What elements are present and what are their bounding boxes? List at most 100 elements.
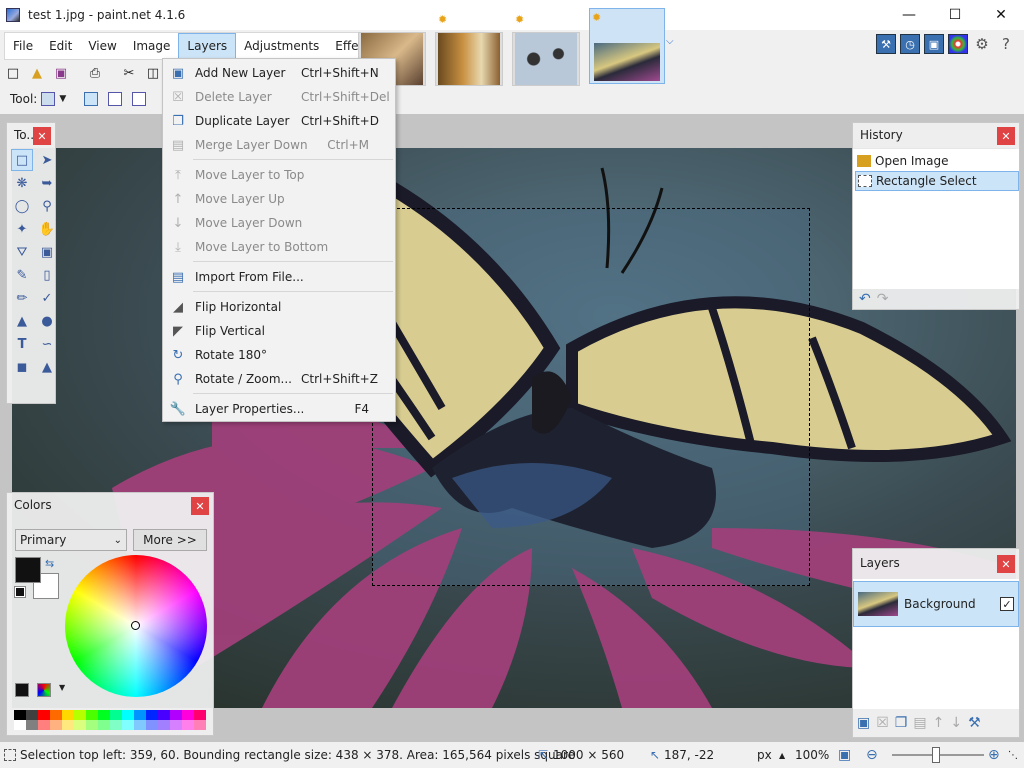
- shape-variant-icon[interactable]: ▲: [36, 356, 58, 378]
- maximize-button[interactable]: ☐: [932, 0, 978, 30]
- units-select[interactable]: px: [757, 748, 772, 762]
- menu-item-layer-properties[interactable]: 🔧 Layer Properties... F4: [163, 397, 395, 421]
- palette-menu-icon[interactable]: [37, 683, 51, 697]
- menu-item-duplicate-layer[interactable]: ❐ Duplicate Layer Ctrl+Shift+D: [163, 109, 395, 133]
- text-tool-icon[interactable]: T: [11, 333, 33, 355]
- shapes-tool-icon[interactable]: ◼: [11, 356, 33, 378]
- menu-item-flip-horizontal[interactable]: ◢ Flip Horizontal: [163, 295, 395, 319]
- ellipse-select-tool-icon[interactable]: ◯: [11, 195, 33, 217]
- color-picker-tool-icon[interactable]: ✓: [36, 287, 58, 309]
- menu-item-delete-layer[interactable]: ☒ Delete Layer Ctrl+Shift+Del: [163, 85, 395, 109]
- move-selected-tool-icon[interactable]: ➤: [36, 149, 58, 171]
- close-icon[interactable]: ✕: [997, 127, 1015, 145]
- selection-mode-union-icon[interactable]: [108, 92, 123, 106]
- color-mode-select[interactable]: Primary ⌄: [15, 529, 127, 551]
- open-folder-icon[interactable]: ▲: [28, 64, 46, 82]
- image-tab-3[interactable]: ✹: [512, 13, 580, 86]
- more-colors-button[interactable]: More >>: [133, 529, 207, 551]
- menu-layers[interactable]: Layers: [178, 33, 237, 59]
- move-selection-tool-icon[interactable]: ➥: [36, 172, 58, 194]
- rectangle-select-icon[interactable]: [41, 92, 56, 106]
- undo-icon[interactable]: ↶: [859, 291, 871, 307]
- menu-item-rotate-180[interactable]: ↻ Rotate 180°: [163, 343, 395, 367]
- zoom-in-icon[interactable]: ⊕: [988, 747, 1000, 763]
- duplicate-layer-icon[interactable]: ❐: [895, 715, 908, 731]
- menu-view[interactable]: View: [80, 33, 124, 59]
- pencil-tool-icon[interactable]: ✏: [11, 287, 33, 309]
- wrench-icon[interactable]: ⚒: [968, 715, 981, 731]
- add-layer-icon[interactable]: ▣: [857, 715, 870, 731]
- history-item-rectangle-select[interactable]: Rectangle Select: [855, 171, 1019, 191]
- color-wheel[interactable]: [65, 555, 207, 697]
- move-up-icon[interactable]: ↑: [933, 715, 945, 731]
- line-curve-tool-icon[interactable]: ∽: [36, 333, 58, 355]
- rectangle-select-tool-icon[interactable]: □: [11, 149, 33, 171]
- color-palette-row-2[interactable]: [14, 720, 206, 730]
- close-window-button[interactable]: ✕: [978, 0, 1024, 30]
- magic-wand-tool-icon[interactable]: ✦: [11, 218, 33, 240]
- zoom-level[interactable]: 100%: [795, 748, 829, 762]
- selection-mode-exclude-icon[interactable]: [132, 92, 147, 106]
- menu-item-move-layer-to-bottom[interactable]: ⤓ Move Layer to Bottom: [163, 235, 395, 259]
- gear-icon[interactable]: ⚙: [972, 34, 992, 54]
- menu-adjustments[interactable]: Adjustments: [236, 33, 327, 59]
- layer-visibility-checkbox[interactable]: ✓: [1000, 597, 1014, 611]
- eraser-tool-icon[interactable]: ▯: [36, 264, 58, 286]
- menu-item-move-layer-down[interactable]: ↓ Move Layer Down: [163, 211, 395, 235]
- primary-color-swatch[interactable]: [15, 557, 41, 583]
- chevron-down-icon[interactable]: ⌵: [666, 36, 674, 47]
- layer-row[interactable]: Background ✓: [853, 581, 1019, 627]
- zoom-slider[interactable]: [892, 747, 984, 763]
- chevron-down-icon[interactable]: ▼: [59, 683, 65, 692]
- tools-toggle-icon[interactable]: ⚒: [876, 34, 896, 54]
- menu-item-rotate-zoom[interactable]: ⚲ Rotate / Zoom... Ctrl+Shift+Z: [163, 367, 395, 391]
- colors-toggle-icon[interactable]: [948, 34, 968, 54]
- swap-colors-icon[interactable]: ⇆: [45, 557, 54, 570]
- menu-item-add-new-layer[interactable]: ▣ Add New Layer Ctrl+Shift+N: [163, 61, 395, 85]
- add-to-palette-icon[interactable]: [15, 683, 29, 697]
- chevron-up-icon[interactable]: ▲: [779, 751, 785, 760]
- close-icon[interactable]: ✕: [997, 555, 1015, 573]
- help-icon[interactable]: ?: [996, 34, 1016, 54]
- zoom-tool-icon[interactable]: ⚲: [36, 195, 58, 217]
- delete-layer-icon[interactable]: ☒: [876, 715, 889, 731]
- paint-bucket-tool-icon[interactable]: ⛛: [11, 241, 33, 263]
- selection-mode-replace-icon[interactable]: [84, 92, 99, 106]
- reset-colors-icon[interactable]: [14, 586, 26, 598]
- selection-rectangle[interactable]: [372, 208, 810, 586]
- close-icon[interactable]: ✕: [191, 497, 209, 515]
- history-toggle-icon[interactable]: ◷: [900, 34, 920, 54]
- menu-file[interactable]: File: [5, 33, 41, 59]
- minimize-button[interactable]: —: [886, 0, 932, 30]
- paintbrush-tool-icon[interactable]: ✎: [11, 264, 33, 286]
- recolor-tool-icon[interactable]: ●: [36, 310, 58, 332]
- menu-item-merge-layer-down[interactable]: ▤ Merge Layer Down Ctrl+M: [163, 133, 395, 157]
- redo-icon[interactable]: ↷: [877, 291, 889, 307]
- cut-icon[interactable]: ✂: [120, 64, 138, 82]
- menu-item-move-layer-up[interactable]: ↑ Move Layer Up: [163, 187, 395, 211]
- color-palette-row-1[interactable]: [14, 710, 206, 720]
- move-down-icon[interactable]: ↓: [950, 715, 962, 731]
- copy-icon[interactable]: ◫: [144, 64, 162, 82]
- menu-edit[interactable]: Edit: [41, 33, 80, 59]
- save-icon[interactable]: ▣: [52, 64, 70, 82]
- lasso-select-tool-icon[interactable]: ❋: [11, 172, 33, 194]
- image-tab-active[interactable]: ✹: [589, 8, 665, 84]
- menu-item-flip-vertical[interactable]: ◤ Flip Vertical: [163, 319, 395, 343]
- menu-item-move-layer-to-top[interactable]: ⤒ Move Layer to Top: [163, 163, 395, 187]
- gradient-tool-icon[interactable]: ▣: [36, 241, 58, 263]
- chevron-down-icon[interactable]: ▼: [59, 94, 66, 104]
- resize-grip-icon[interactable]: ⋱: [1008, 750, 1018, 761]
- zoom-to-window-icon[interactable]: ▣: [838, 747, 851, 763]
- menu-item-import-from-file[interactable]: ▤ Import From File...: [163, 265, 395, 289]
- close-icon[interactable]: ✕: [33, 127, 51, 145]
- zoom-slider-thumb[interactable]: [932, 747, 940, 763]
- layers-toggle-icon[interactable]: ▣: [924, 34, 944, 54]
- merge-down-icon[interactable]: ▤: [913, 715, 926, 731]
- print-icon[interactable]: ⎙: [86, 64, 104, 82]
- image-tab-2[interactable]: ✹: [435, 13, 503, 86]
- pan-tool-icon[interactable]: ✋: [36, 218, 58, 240]
- history-item-open-image[interactable]: Open Image: [855, 151, 1019, 171]
- clone-stamp-tool-icon[interactable]: ▲: [11, 310, 33, 332]
- menu-image[interactable]: Image: [125, 33, 179, 59]
